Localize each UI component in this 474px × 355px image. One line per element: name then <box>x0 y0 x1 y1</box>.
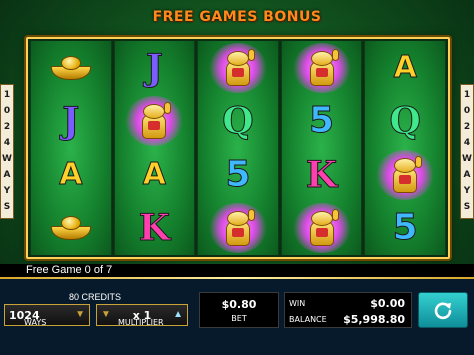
symbol-k: K <box>305 153 338 196</box>
reel-cell: J <box>115 41 195 95</box>
reel-cell: Q <box>365 95 445 149</box>
reel-cell <box>31 202 111 256</box>
side-digit: 4 <box>3 138 11 149</box>
side-letter: Y <box>3 185 11 196</box>
triangle-down-icon[interactable]: ▼ <box>101 310 111 320</box>
side-digit: 0 <box>3 106 11 117</box>
side-letter: A <box>463 169 471 180</box>
spin-button[interactable] <box>418 292 468 328</box>
reel-cell <box>31 41 111 95</box>
reel-cell: 5 <box>365 202 445 256</box>
symbol-q: Q <box>222 100 254 143</box>
win-balance-display: WIN $0.00 BALANCE $5,998.80 <box>284 292 412 328</box>
side-letter: S <box>3 201 11 212</box>
lucky-cat-icon <box>223 48 255 87</box>
free-game-counter: Free Game 0 of 7 <box>26 264 113 276</box>
reels-grid: JAJAKQ55KAQ5 <box>30 41 446 255</box>
lucky-cat-icon <box>223 209 255 247</box>
reel-cell <box>282 41 362 95</box>
reel-3: Q5 <box>197 41 279 255</box>
triangle-down-icon[interactable]: ▼ <box>75 310 85 320</box>
reel-cell <box>198 202 278 256</box>
reel-5: AQ 5 <box>364 41 446 255</box>
lucky-cat-icon <box>390 155 423 194</box>
gold-ingot-icon <box>50 55 91 80</box>
ways-side-panel-left: 1 0 2 4 W A Y S <box>0 84 14 219</box>
reel-cell <box>282 202 362 256</box>
reel-cell: A <box>365 41 445 95</box>
symbol-j: J <box>145 46 163 89</box>
reel-cell: K <box>115 202 195 256</box>
side-digit: 1 <box>3 90 11 101</box>
reel-frame: JAJAKQ55KAQ5 <box>26 37 450 259</box>
ways-selector[interactable]: 1024 ▼ <box>4 304 90 326</box>
side-digit: 1 <box>463 90 471 101</box>
ways-side-panel-right: 1 0 2 4 W A Y S <box>460 84 474 219</box>
reel-cell: Q <box>198 95 278 149</box>
side-digit: 4 <box>463 138 471 149</box>
reel-2: J AK <box>113 41 196 256</box>
balance-label: BALANCE <box>289 315 327 324</box>
lucky-cat-icon <box>139 102 172 140</box>
side-letter: A <box>3 169 11 180</box>
side-letter: W <box>462 153 472 164</box>
symbol-j: J <box>62 100 80 143</box>
reel-4: 5K <box>280 41 363 256</box>
credits-label: 80 CREDITS <box>68 292 121 302</box>
bet-display: $0.80 BET <box>199 292 279 328</box>
lucky-cat-icon <box>307 48 339 87</box>
reel-1: JA <box>30 41 112 255</box>
symbol-a: A <box>393 49 417 85</box>
reel-cell <box>115 95 195 149</box>
symbol-k: K <box>138 207 171 250</box>
side-letter: Y <box>463 185 471 196</box>
refresh-icon <box>434 302 452 320</box>
win-label: WIN <box>289 299 306 308</box>
reel-cell: 5 <box>198 148 278 202</box>
reel-cell: 5 <box>282 95 362 149</box>
reel-cell <box>365 148 445 202</box>
symbol-5: 5 <box>225 153 251 195</box>
reel-cell: A <box>115 148 195 202</box>
symbol-q: Q <box>389 100 421 143</box>
bet-value: $0.80 <box>221 298 257 311</box>
balance-value: $5,998.80 <box>343 313 405 326</box>
gold-ingot-icon <box>50 216 91 241</box>
lucky-cat-icon <box>307 209 339 247</box>
side-letter: S <box>463 201 471 212</box>
triangle-up-icon[interactable]: ▲ <box>173 310 183 320</box>
side-digit: 0 <box>463 106 471 117</box>
reel-cell: J <box>31 95 111 149</box>
multiplier-label: MULTIPLIER <box>118 318 164 327</box>
side-letter: W <box>2 153 12 164</box>
win-value: $0.00 <box>370 297 405 310</box>
bet-label: BET <box>231 314 247 323</box>
symbol-5: 5 <box>392 207 418 249</box>
symbol-a: A <box>59 156 83 192</box>
ways-label: WAYS <box>24 318 47 327</box>
bonus-title: FREE GAMES BONUS <box>152 9 322 25</box>
reel-cell: K <box>282 148 362 202</box>
side-digit: 2 <box>3 122 11 133</box>
symbol-5: 5 <box>309 100 335 142</box>
reel-cell <box>198 41 278 95</box>
side-digit: 2 <box>463 122 471 133</box>
symbol-a: A <box>142 156 166 192</box>
reel-cell: A <box>31 148 111 202</box>
